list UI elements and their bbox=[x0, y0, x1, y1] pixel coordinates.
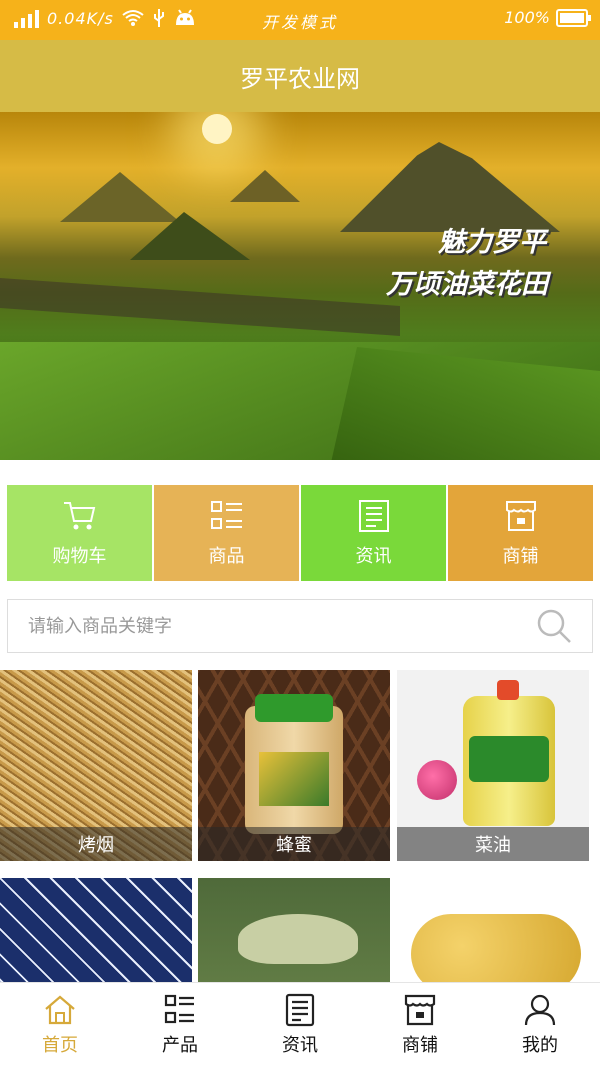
product-card-oil[interactable]: 菜油 bbox=[397, 670, 589, 861]
product-card-honey[interactable]: 蜂蜜 bbox=[198, 670, 390, 861]
status-bar: 0.04K/s 开发模式 100% bbox=[0, 0, 600, 40]
list-icon bbox=[164, 994, 194, 1024]
cart-icon bbox=[63, 502, 95, 530]
nav-home[interactable]: 首页 bbox=[0, 983, 120, 1067]
banner-mountain bbox=[230, 170, 300, 202]
status-right: 100% bbox=[504, 8, 591, 27]
menu-products-label: 商品 bbox=[208, 546, 245, 567]
honey-jar-image bbox=[245, 694, 343, 834]
menu-shops-label: 商铺 bbox=[502, 546, 539, 567]
mushroom-image bbox=[238, 914, 358, 964]
banner-caption-2: 万顷油菜花田 bbox=[386, 269, 548, 300]
menu-cart[interactable]: 购物车 bbox=[7, 485, 152, 581]
nav-shops[interactable]: 商铺 bbox=[360, 983, 480, 1067]
shop-icon bbox=[505, 501, 536, 531]
search-icon[interactable] bbox=[534, 606, 574, 646]
product-label: 菜油 bbox=[397, 827, 589, 861]
menu-products[interactable]: 商品 bbox=[154, 485, 299, 581]
menu-cart-label: 购物车 bbox=[52, 546, 107, 567]
bottom-nav: 首页 产品 资讯 商铺 我的 bbox=[0, 982, 600, 1067]
menu-shops[interactable]: 商铺 bbox=[448, 485, 593, 581]
nav-news-label: 资讯 bbox=[282, 1035, 318, 1056]
battery-percent: 100% bbox=[504, 8, 550, 27]
menu-news[interactable]: 资讯 bbox=[301, 485, 446, 581]
list-icon bbox=[210, 501, 242, 529]
banner-image[interactable]: 魅力罗平 万顷油菜花田 bbox=[0, 112, 600, 460]
nav-home-label: 首页 bbox=[42, 1035, 78, 1056]
banner-mountain bbox=[60, 172, 180, 222]
banner-mountain bbox=[340, 142, 560, 232]
nav-news[interactable]: 资讯 bbox=[240, 983, 360, 1067]
home-icon bbox=[45, 995, 75, 1025]
battery-icon bbox=[556, 8, 591, 27]
nav-shops-label: 商铺 bbox=[402, 1035, 438, 1056]
product-card-tobacco[interactable]: 烤烟 bbox=[0, 670, 192, 861]
oil-bottle-image bbox=[463, 680, 555, 826]
product-label: 烤烟 bbox=[0, 827, 192, 861]
nav-mine[interactable]: 我的 bbox=[480, 983, 600, 1067]
search-input[interactable] bbox=[8, 600, 534, 652]
nav-mine-label: 我的 bbox=[522, 1035, 558, 1056]
search-bar bbox=[7, 599, 593, 653]
title-bar: 罗平农业网 bbox=[0, 40, 600, 112]
flowers-image bbox=[417, 760, 457, 800]
banner-sun bbox=[202, 114, 232, 144]
nav-products-label: 产品 bbox=[162, 1035, 198, 1056]
news-icon bbox=[285, 993, 315, 1027]
quick-menu: 购物车 商品 资讯 商铺 bbox=[7, 485, 593, 581]
shop-icon bbox=[404, 994, 436, 1026]
menu-news-label: 资讯 bbox=[355, 546, 392, 567]
product-label: 蜂蜜 bbox=[198, 827, 390, 861]
page-title: 罗平农业网 bbox=[240, 64, 360, 93]
banner-village bbox=[0, 278, 400, 336]
user-icon bbox=[524, 994, 556, 1026]
banner-caption-1: 魅力罗平 bbox=[438, 227, 546, 258]
news-icon bbox=[358, 500, 389, 532]
nav-products[interactable]: 产品 bbox=[120, 983, 240, 1067]
